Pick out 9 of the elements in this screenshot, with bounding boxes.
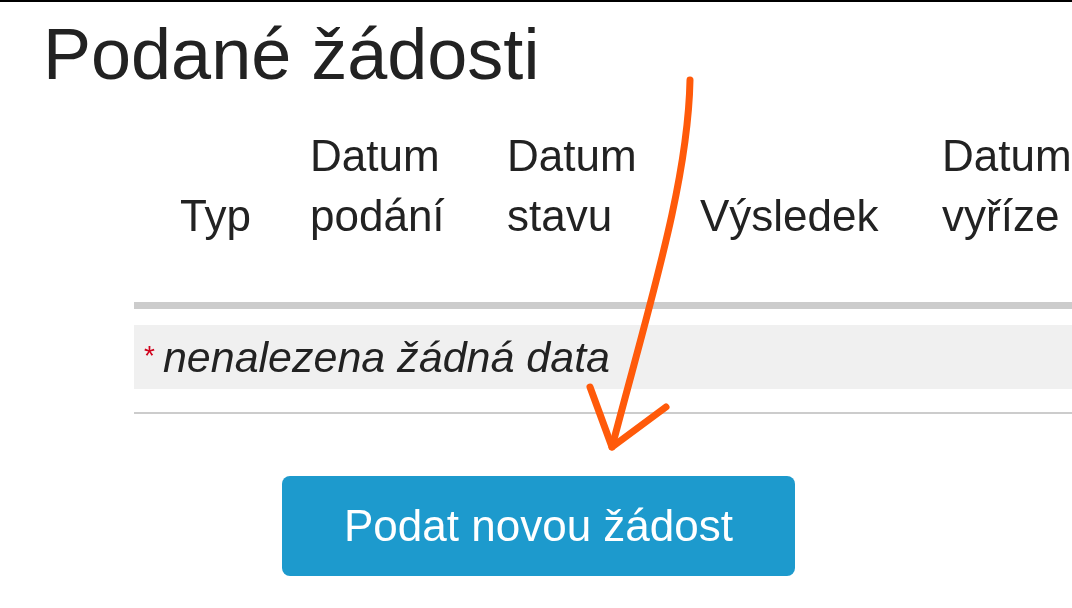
submit-button[interactable]: Podat novou žádost [282,476,795,576]
column-header: Datum podání [310,130,445,242]
column-header: Typ [180,190,251,242]
column-header: Datum vyříze [942,130,1072,242]
empty-message: nenalezena žádná data [162,331,611,383]
column-header: Výsledek [700,190,879,242]
column-header: Datum stavu [507,130,637,242]
page-title: Podané žádosti [43,16,541,92]
required-mark: * [144,339,155,373]
